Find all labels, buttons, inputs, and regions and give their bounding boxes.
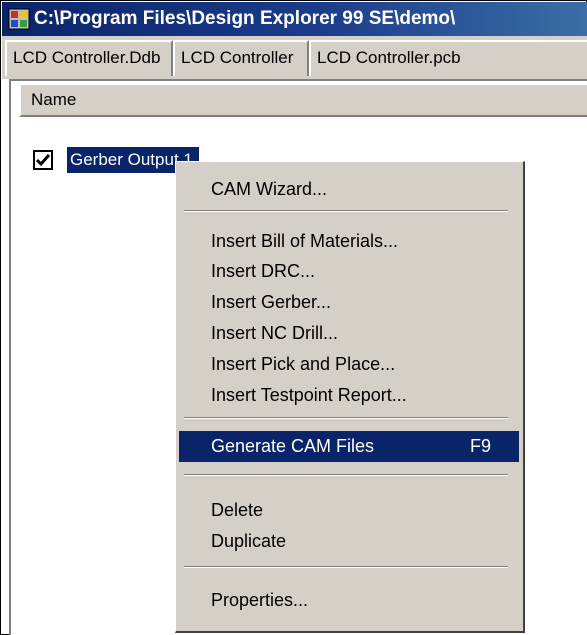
menu-item-duplicate[interactable]: Duplicate xyxy=(179,526,519,557)
column-header-name[interactable]: Name xyxy=(19,83,587,117)
app-window: C:\Program Files\Design Explorer 99 SE\d… xyxy=(0,0,587,635)
tab-lcd-controller[interactable]: LCD Controller xyxy=(173,40,309,76)
menu-item-generate-cam-files[interactable]: Generate CAM Files F9 xyxy=(179,431,519,462)
menu-item-insert-drc[interactable]: Insert DRC... xyxy=(179,256,519,287)
context-menu: CAM Wizard... Insert Bill of Materials..… xyxy=(175,161,525,633)
menu-item-insert-pick-and-place[interactable]: Insert Pick and Place... xyxy=(179,349,519,380)
tab-lcd-controller-ddb[interactable]: LCD Controller.Ddb xyxy=(5,40,173,76)
checkmark-icon xyxy=(35,154,51,167)
menu-item-cam-wizard[interactable]: CAM Wizard... xyxy=(179,174,519,205)
menu-item-shortcut: F9 xyxy=(469,436,491,456)
menu-item-delete[interactable]: Delete xyxy=(179,495,519,526)
item-checkbox[interactable] xyxy=(33,150,53,170)
menu-separator xyxy=(184,417,508,419)
menu-item-insert-gerber[interactable]: Insert Gerber... xyxy=(179,287,519,318)
window-title: C:\Program Files\Design Explorer 99 SE\d… xyxy=(34,8,456,29)
menu-item-insert-nc-drill[interactable]: Insert NC Drill... xyxy=(179,318,519,349)
menu-item-insert-bill-of-materials[interactable]: Insert Bill of Materials... xyxy=(179,226,519,257)
design-explorer-app-icon xyxy=(8,8,30,30)
tab-lcd-controller-pcb[interactable]: LCD Controller.pcb xyxy=(309,40,587,76)
menu-separator xyxy=(184,474,508,476)
menu-item-properties[interactable]: Properties... xyxy=(179,585,519,616)
document-tab-strip: LCD Controller.Ddb LCD Controller LCD Co… xyxy=(2,36,587,79)
menu-separator xyxy=(184,566,508,568)
menu-separator xyxy=(184,210,508,212)
title-bar[interactable]: C:\Program Files\Design Explorer 99 SE\d… xyxy=(2,2,587,36)
menu-item-insert-testpoint-report[interactable]: Insert Testpoint Report... xyxy=(179,380,519,411)
